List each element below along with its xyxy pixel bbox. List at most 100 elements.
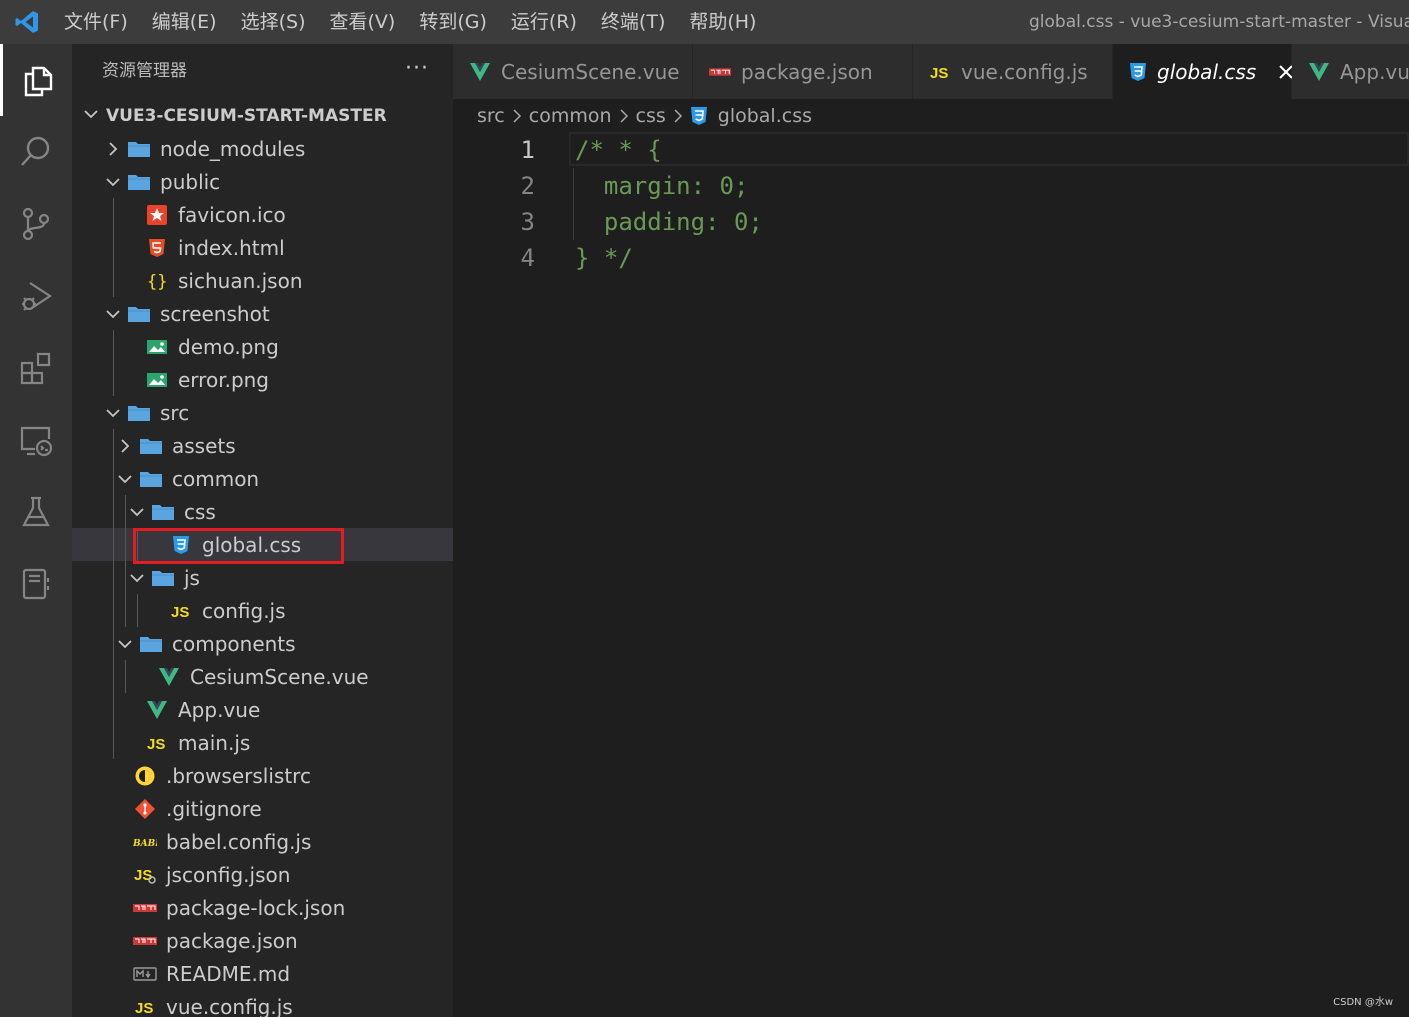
code-line[interactable]: 4} */ <box>453 240 1409 276</box>
svg-text:{}: {} <box>147 272 167 291</box>
folder-file-icon <box>127 303 151 325</box>
remote-explorer-icon[interactable] <box>0 404 72 476</box>
menu-item-8[interactable]: 帮助(H) <box>677 0 768 44</box>
tree-file-package-lock-json[interactable]: package-lock.json <box>72 891 453 924</box>
tree-folder-css[interactable]: css <box>72 495 453 528</box>
json-file-icon: {} <box>145 270 169 292</box>
tab-package-json[interactable]: package.json <box>693 44 913 99</box>
menu-item-1[interactable]: 文件(F) <box>52 0 140 44</box>
explorer-icon[interactable] <box>0 44 72 116</box>
breadcrumb-item-common[interactable]: common <box>529 105 612 127</box>
tree-file-package-json[interactable]: package.json <box>72 924 453 957</box>
tree-indent-guide <box>137 594 138 627</box>
menu-item-5[interactable]: 转到(G) <box>407 0 499 44</box>
notebook-icon[interactable] <box>0 548 72 620</box>
code-line[interactable]: 3 padding: 0; <box>453 204 1409 240</box>
tree-folder-node-modules[interactable]: node_modules <box>72 132 453 165</box>
chevron-down-icon[interactable] <box>102 402 124 424</box>
tree-folder-common[interactable]: common <box>72 462 453 495</box>
breadcrumb-item-css[interactable]: css <box>636 105 666 127</box>
chevron-down-icon[interactable] <box>114 633 136 655</box>
tree-file-error-png[interactable]: error.png <box>72 363 453 396</box>
tab-global-css[interactable]: global.css <box>1113 44 1293 99</box>
chevron-right-icon[interactable] <box>114 435 136 457</box>
code-editor[interactable]: 1/* * {2 margin: 0; 3 padding: 0; 4} */ <box>453 132 1409 1017</box>
tree-item-label: main.js <box>178 730 251 755</box>
run-debug-icon[interactable] <box>0 260 72 332</box>
tree-file-main-js[interactable]: JS main.js <box>72 726 453 759</box>
tree-file-demo-png[interactable]: demo.png <box>72 330 453 363</box>
extensions-icon[interactable] <box>0 332 72 404</box>
tree-indent-guide <box>113 561 114 594</box>
menu-item-7[interactable]: 终端(T) <box>589 0 677 44</box>
tree-item-label: babel.config.js <box>166 829 312 854</box>
tree-indent-guide <box>113 264 114 297</box>
editor-tabs: CesiumScene.vue package.json JS vue.config.… <box>453 44 1409 99</box>
chevron-right-icon[interactable] <box>102 138 124 160</box>
explorer-sidebar: 资源管理器 ··· VUE3-CESIUM-START-MASTER node_… <box>72 44 453 1017</box>
tree-indent-guide <box>125 594 126 627</box>
tree-folder-screenshot[interactable]: screenshot <box>72 297 453 330</box>
svg-text:JS: JS <box>147 736 165 752</box>
chevron-right-icon <box>672 107 684 125</box>
tree-folder-src[interactable]: src <box>72 396 453 429</box>
tree-indent-guide <box>125 495 126 528</box>
tree-file-config-js[interactable]: JS config.js <box>72 594 453 627</box>
folder-file-icon <box>127 402 151 424</box>
folder-file-icon <box>139 633 163 655</box>
tree-item-label: assets <box>172 433 236 458</box>
tree-item-label: .browserslistrc <box>166 763 311 788</box>
tree-item-label: src <box>160 400 190 425</box>
menu-item-4[interactable]: 查看(V) <box>318 0 408 44</box>
search-icon[interactable] <box>0 116 72 188</box>
testing-icon[interactable] <box>0 476 72 548</box>
tree-file-favicon-ico[interactable]: favicon.ico <box>72 198 453 231</box>
tree-file-gitignore[interactable]: .gitignore <box>72 792 453 825</box>
menu-item-2[interactable]: 编辑(E) <box>140 0 229 44</box>
tree-item-label: CesiumScene.vue <box>190 664 369 689</box>
tab-app-vue[interactable]: App.vue <box>1292 44 1409 99</box>
tree-file-jsconfig-json[interactable]: JS jsconfig.json <box>72 858 453 891</box>
tab-label: App.vue <box>1340 59 1409 84</box>
tree-file-babel-config-js[interactable]: BABEL babel.config.js <box>72 825 453 858</box>
chevron-down-icon[interactable] <box>102 303 124 325</box>
tree-file-index-html[interactable]: index.html <box>72 231 453 264</box>
project-root[interactable]: VUE3-CESIUM-START-MASTER <box>72 99 453 132</box>
tree-file-vue-config-js[interactable]: JS vue.config.js <box>72 990 453 1017</box>
menu-item-3[interactable]: 选择(S) <box>229 0 318 44</box>
chevron-down-icon[interactable] <box>126 501 148 523</box>
tree-item-label: config.js <box>202 598 286 623</box>
tree-file-sichuan-json[interactable]: {} sichuan.json <box>72 264 453 297</box>
tree-file-readme-md[interactable]: README.md <box>72 957 453 990</box>
tree-indent-guide <box>113 462 114 495</box>
tree-folder-public[interactable]: public <box>72 165 453 198</box>
code-line[interactable]: 2 margin: 0; <box>453 168 1409 204</box>
tree-file-app-vue[interactable]: App.vue <box>72 693 453 726</box>
watermark: CSDN @水w <box>1333 997 1393 1008</box>
tree-file-global-css[interactable]: global.css <box>72 528 453 561</box>
css-file-icon <box>169 534 193 556</box>
tab-vue-config-js[interactable]: JS vue.config.js <box>913 44 1113 99</box>
tree-file-browserslistrc[interactable]: .browserslistrc <box>72 759 453 792</box>
folder-file-icon <box>151 501 175 523</box>
tree-item-label: .gitignore <box>166 796 262 821</box>
js-file-icon: JS <box>133 996 157 1017</box>
chevron-down-icon[interactable] <box>114 468 136 490</box>
npm-file-icon <box>133 897 157 919</box>
breadcrumb-item-src[interactable]: src <box>477 105 505 127</box>
menu-item-6[interactable]: 运行(R) <box>499 0 589 44</box>
tree-folder-components[interactable]: components <box>72 627 453 660</box>
tab-cesiumscene-vue[interactable]: CesiumScene.vue <box>453 44 693 99</box>
chevron-down-icon[interactable] <box>126 567 148 589</box>
code-line[interactable]: 1 /* * { <box>453 132 1409 168</box>
chevron-down-icon[interactable] <box>102 171 124 193</box>
tree-folder-js[interactable]: js <box>72 561 453 594</box>
tree-file-cesiumscene-vue[interactable]: CesiumScene.vue <box>72 660 453 693</box>
tree-folder-assets[interactable]: assets <box>72 429 453 462</box>
favicon-file-icon <box>145 204 169 226</box>
breadcrumb-item-global-css[interactable]: global.css <box>718 105 812 127</box>
tree-indent-guide <box>137 528 138 561</box>
source-control-icon[interactable] <box>0 188 72 260</box>
more-actions-icon[interactable]: ··· <box>405 44 429 99</box>
tree-item-label: App.vue <box>178 697 261 722</box>
